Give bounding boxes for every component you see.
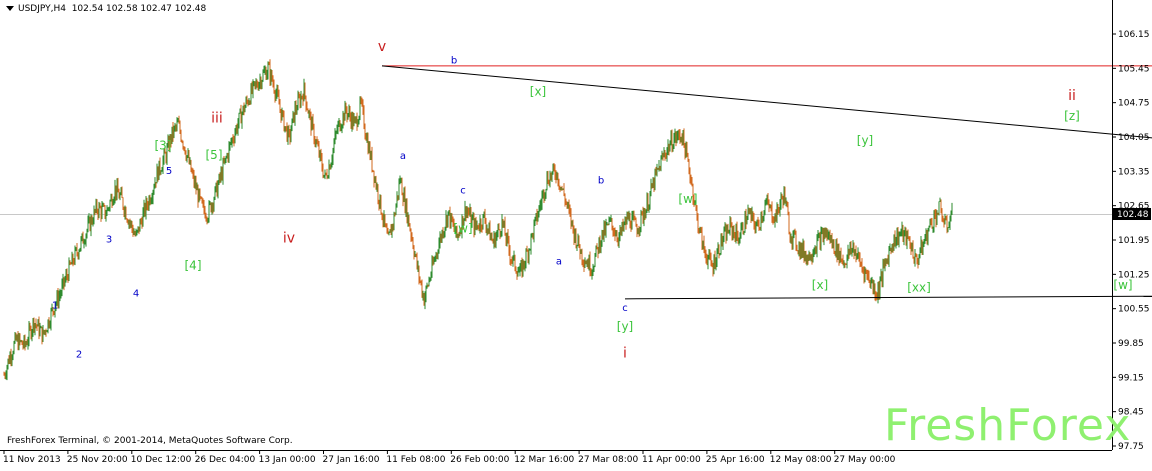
y-tick-label: 104.05 bbox=[1118, 133, 1150, 143]
price-chart[interactable]: 1 2 3 4 5 [3] [5] [4] iii iv v b a c [w] [x] b a c [y] i [w] [… bbox=[0, 0, 1152, 467]
y-tick-label: 99.15 bbox=[1118, 373, 1144, 383]
wave-label: a bbox=[400, 151, 406, 162]
price-axis: 106.15105.45104.75104.05103.35102.65101.… bbox=[1112, 30, 1151, 452]
x-tick-label: 26 Dec 04:00 bbox=[195, 455, 256, 465]
x-tick-label: 25 Apr 16:00 bbox=[706, 455, 765, 465]
y-tick-label: 103.35 bbox=[1118, 167, 1150, 177]
wave-label: 4 bbox=[133, 288, 139, 299]
chart-header: USDJPY,H4 102.54 102.58 102.47 102.48 bbox=[6, 4, 206, 14]
x-tick-label: 11 Nov 2013 bbox=[3, 455, 61, 465]
ohlc-values: 102.54 102.58 102.47 102.48 bbox=[71, 4, 207, 14]
chart-window: 1 2 3 4 5 [3] [5] [4] iii iv v b a c [w] [x] b a c [y] i [w] [… bbox=[0, 0, 1152, 467]
wave-label: v bbox=[378, 39, 386, 55]
wave-label: iii bbox=[211, 110, 223, 126]
dropdown-arrow-icon[interactable] bbox=[6, 6, 14, 11]
wave-label: [w] bbox=[453, 222, 472, 236]
wave-label: 1 bbox=[52, 301, 58, 312]
x-tick-label: 12 May 08:00 bbox=[770, 455, 832, 465]
y-tick-label: 99.85 bbox=[1118, 339, 1144, 349]
x-tick-label: 12 Mar 16:00 bbox=[514, 455, 574, 465]
x-tick-label: 13 Jan 00:00 bbox=[259, 455, 316, 465]
wave-label: [y] bbox=[857, 133, 873, 147]
wave-label: [5] bbox=[206, 148, 223, 162]
brand-watermark: FreshForex bbox=[884, 400, 1132, 451]
wave-label: 3 bbox=[106, 234, 112, 245]
x-tick-label: 11 Apr 00:00 bbox=[642, 455, 701, 465]
y-tick-label: 101.95 bbox=[1118, 236, 1150, 246]
wave-label: 2 bbox=[76, 350, 82, 361]
current-price-label: 102.48 bbox=[1117, 210, 1149, 220]
x-tick-label: 27 May 00:00 bbox=[834, 455, 896, 465]
x-tick-label: 27 Mar 08:00 bbox=[578, 455, 638, 465]
y-tick-label: 104.75 bbox=[1118, 99, 1150, 109]
wave-label: 5 bbox=[166, 166, 172, 177]
y-tick-label: 105.45 bbox=[1118, 64, 1150, 74]
wave-label: c bbox=[460, 185, 466, 196]
x-tick-label: 11 Feb 08:00 bbox=[386, 455, 445, 465]
wave-label: [w] bbox=[678, 192, 697, 206]
wave-label: [xx] bbox=[907, 281, 931, 295]
y-tick-label: 101.25 bbox=[1118, 270, 1150, 280]
wave-label: [z] bbox=[1064, 109, 1080, 123]
wave-label: [4] bbox=[185, 258, 202, 272]
y-tick-label: 106.15 bbox=[1118, 30, 1150, 40]
wave-label: [x] bbox=[812, 278, 828, 292]
wave-label: [y] bbox=[617, 320, 633, 334]
wave-label: [x] bbox=[530, 84, 546, 98]
x-tick-label: 10 Dec 12:00 bbox=[131, 455, 192, 465]
wave-label: c bbox=[622, 303, 628, 314]
wave-label: iv bbox=[283, 230, 295, 246]
time-axis: 11 Nov 2013 25 Nov 20:00 10 Dec 12:00 26 De… bbox=[3, 450, 896, 465]
x-tick-label: 27 Jan 16:00 bbox=[323, 455, 380, 465]
wave-label: ii bbox=[1068, 88, 1076, 104]
x-tick-label: 25 Nov 20:00 bbox=[67, 455, 128, 465]
copyright-text: FreshForex Terminal, © 2001-2014, MetaQu… bbox=[7, 436, 293, 446]
plot-area bbox=[0, 0, 1112, 450]
wave-label: b bbox=[598, 176, 604, 187]
wave-label: [3] bbox=[155, 138, 172, 152]
symbol-label: USDJPY,H4 bbox=[18, 4, 66, 14]
x-tick-label: 26 Feb 00:00 bbox=[450, 455, 509, 465]
wave-label: b bbox=[451, 55, 457, 66]
wave-label: i bbox=[623, 346, 627, 362]
y-tick-label: 100.55 bbox=[1118, 305, 1150, 315]
wave-label: a bbox=[556, 257, 562, 268]
